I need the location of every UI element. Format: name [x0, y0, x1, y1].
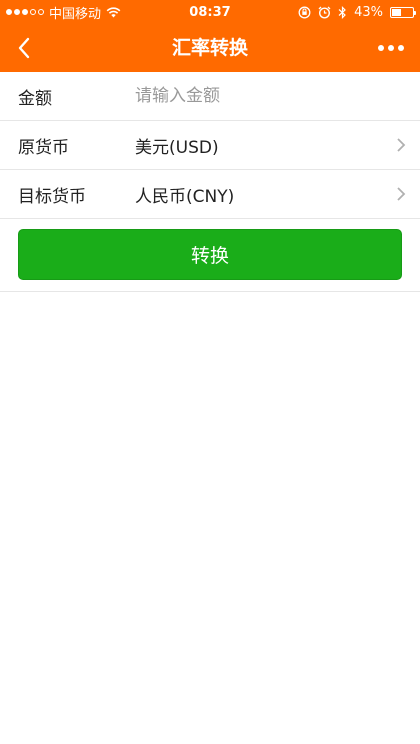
alarm-icon — [318, 6, 331, 19]
status-bar: 中国移动 08:37 43% — [0, 0, 420, 24]
rotation-lock-icon — [298, 6, 311, 18]
status-right: 43% — [298, 4, 416, 20]
carrier-label: 中国移动 — [49, 6, 102, 22]
convert-button[interactable]: 转换 — [18, 229, 402, 280]
battery-percent: 43% — [354, 4, 383, 20]
source-currency-row[interactable]: 原货币 美元(USD) — [0, 121, 420, 170]
page-title: 汇率转换 — [171, 37, 248, 59]
status-left: 中国移动 — [6, 3, 298, 22]
conversion-form: 金额 原货币 美元(USD) 目标货币 人民币(CNY) — [0, 72, 420, 219]
target-currency-label: 目标货币 — [18, 186, 86, 207]
target-currency-value: 人民币(CNY) — [135, 186, 235, 207]
nav-bar: 汇率转换 — [0, 24, 420, 72]
chevron-right-icon — [397, 138, 406, 152]
target-currency-row[interactable]: 目标货币 人民币(CNY) — [0, 170, 420, 219]
wifi-icon — [106, 6, 121, 17]
amount-row: 金额 — [0, 72, 420, 121]
bluetooth-icon — [338, 5, 346, 19]
convert-button-area: 转换 — [0, 220, 420, 292]
amount-input[interactable] — [135, 86, 406, 106]
battery-level — [392, 8, 401, 16]
source-currency-label: 原货币 — [18, 137, 69, 158]
chevron-right-icon — [397, 187, 406, 201]
amount-label: 金额 — [18, 88, 52, 109]
signal-dots-icon — [6, 9, 44, 15]
more-button[interactable] — [374, 34, 408, 62]
more-dots-icon — [378, 45, 384, 51]
source-currency-value: 美元(USD) — [135, 137, 219, 158]
battery-icon — [390, 6, 416, 18]
